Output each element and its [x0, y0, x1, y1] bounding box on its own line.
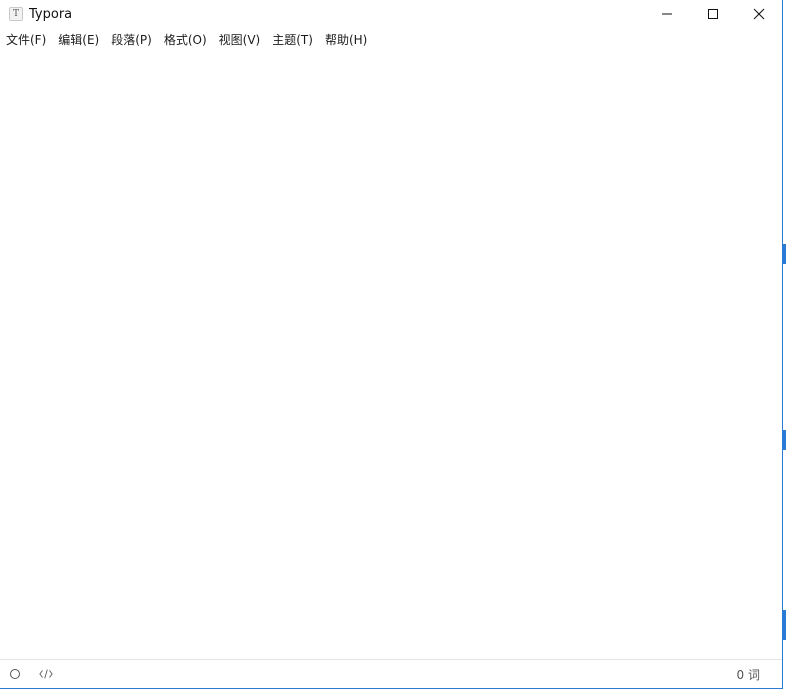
word-count[interactable]: 0 词 — [737, 666, 760, 683]
source-code-mode-button[interactable] — [39, 667, 53, 681]
menu-theme[interactable]: 主题(T) — [266, 29, 319, 50]
menu-edit[interactable]: 编辑(E) — [52, 29, 105, 50]
close-button[interactable] — [736, 0, 782, 28]
menu-help[interactable]: 帮助(H) — [319, 29, 373, 50]
minimize-icon — [662, 13, 672, 15]
typora-logo-icon: T — [9, 7, 23, 21]
window-title: Typora — [29, 6, 73, 22]
minimize-button[interactable] — [644, 0, 690, 28]
editor-area[interactable] — [0, 50, 782, 659]
window-controls — [644, 0, 782, 28]
menu-format[interactable]: 格式(O) — [158, 29, 213, 50]
source-code-icon — [39, 669, 53, 679]
outline-toggle-button[interactable] — [8, 667, 22, 681]
maximize-icon — [708, 9, 718, 19]
close-icon — [753, 8, 765, 20]
app-window: T Typora 文件(F) 编辑(E) 段落(P) 格式(O) 视图(V) 主… — [0, 0, 783, 689]
menu-paragraph[interactable]: 段落(P) — [105, 29, 158, 50]
status-bar: 0 词 — [0, 659, 782, 688]
menu-file[interactable]: 文件(F) — [0, 29, 52, 50]
maximize-button[interactable] — [690, 0, 736, 28]
title-bar[interactable]: T Typora — [0, 0, 782, 28]
menu-view[interactable]: 视图(V) — [213, 29, 267, 50]
menu-bar: 文件(F) 编辑(E) 段落(P) 格式(O) 视图(V) 主题(T) 帮助(H… — [0, 29, 782, 49]
outline-toggle-icon — [10, 669, 20, 679]
